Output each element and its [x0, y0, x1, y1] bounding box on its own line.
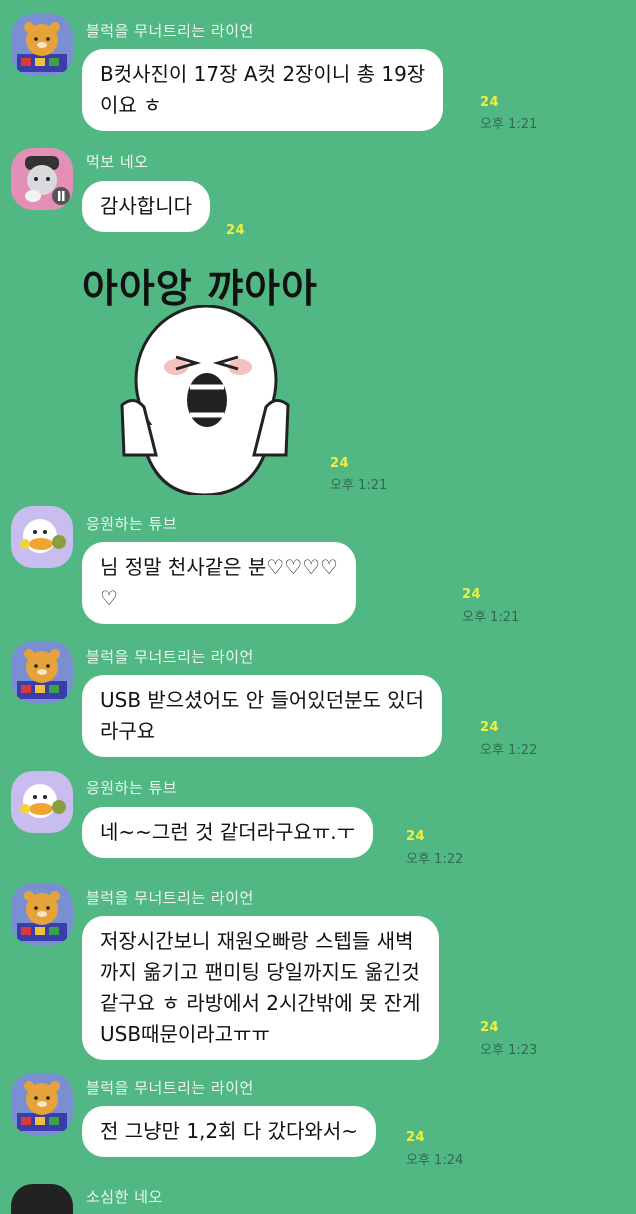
- screaming-face-sticker-icon[interactable]: [104, 305, 304, 495]
- sender-name: 먹보 네오: [86, 153, 149, 171]
- message-bubble[interactable]: 저장시간보니 재원오빠랑 스텝들 새벽 까지 옮기고 팬미팅 당일까지도 옮긴것…: [82, 916, 439, 1060]
- message-line: USB때문이라고ㅠㅠ: [100, 1022, 270, 1046]
- avatar[interactable]: [11, 1073, 73, 1135]
- message-line: 전 그냥만 1,2회 다 갔다와서~: [100, 1119, 358, 1143]
- sender-name: 블럭을 무너트리는 라이언: [86, 889, 254, 907]
- ryan-avatar-icon: [17, 649, 67, 699]
- unread-count: 24: [480, 95, 500, 110]
- message-line: ♡: [100, 586, 118, 610]
- sender-name: 블럭을 무너트리는 라이언: [86, 648, 254, 666]
- message-line: USB 받으셨어도 안 들어있던분도 있더: [100, 688, 425, 712]
- avatar[interactable]: [11, 506, 73, 568]
- message-bubble[interactable]: 감사합니다: [82, 181, 210, 232]
- neo-avatar-icon: [25, 156, 70, 205]
- ryan-avatar-icon: [17, 1081, 67, 1131]
- sender-name: 소심한 네오: [86, 1188, 163, 1206]
- message-bubble[interactable]: 님 정말 천사같은 분♡♡♡♡ ♡: [82, 542, 356, 624]
- unread-count: 24: [480, 720, 500, 735]
- message-line: 까지 옮기고 팬미팅 당일까지도 옮긴것: [100, 960, 420, 984]
- sender-name: 블럭을 무너트리는 라이언: [86, 1079, 254, 1097]
- message-time: 오후 1:24: [406, 1153, 464, 1168]
- avatar[interactable]: [11, 1184, 73, 1214]
- unread-count: 24: [480, 1020, 500, 1035]
- unread-count: 24: [406, 829, 426, 844]
- tube-avatar-icon: [20, 784, 66, 818]
- ryan-avatar-icon: [17, 891, 67, 941]
- message-time: 오후 1:23: [480, 1043, 538, 1058]
- message-time: 오후 1:21: [330, 478, 388, 493]
- message-line: 감사합니다: [100, 194, 192, 218]
- message-time: 오후 1:21: [462, 610, 520, 625]
- message-line: 같구요 ㅎ 라방에서 2시간밖에 못 잔게: [100, 991, 421, 1015]
- sender-name: 블럭을 무너트리는 라이언: [86, 22, 254, 40]
- unread-count: 24: [406, 1130, 426, 1145]
- tube-avatar-icon: [20, 519, 66, 553]
- message-bubble[interactable]: B컷사진이 17장 A컷 2장이니 총 19장 이요 ㅎ: [82, 49, 444, 131]
- message-line: 님 정말 천사같은 분♡♡♡♡: [100, 555, 338, 579]
- message-time: 오후 1:21: [480, 117, 538, 132]
- message-time: 오후 1:22: [480, 743, 538, 758]
- unread-count: 24: [226, 223, 246, 238]
- avatar[interactable]: [11, 148, 73, 210]
- sender-name: 응원하는 튜브: [86, 515, 178, 533]
- avatar[interactable]: [11, 14, 73, 76]
- message-line: 이요 ㅎ: [100, 93, 162, 117]
- unread-count: 24: [462, 587, 482, 602]
- ryan-avatar-icon: [17, 22, 67, 72]
- message-time: 오후 1:22: [406, 852, 464, 867]
- avatar[interactable]: [11, 883, 73, 945]
- avatar[interactable]: [11, 771, 73, 833]
- message-line: B컷사진이 17장 A컷 2장이니 총 19장: [100, 62, 426, 86]
- message-line: 라구요: [100, 719, 156, 743]
- sender-name: 응원하는 튜브: [86, 779, 178, 797]
- message-line: 저장시간보니 재원오빠랑 스텝들 새벽: [100, 929, 414, 953]
- message-line: 네~~그런 것 같더라구요ㅠ.ㅜ: [100, 820, 355, 844]
- unread-count: 24: [330, 456, 350, 471]
- avatar[interactable]: [11, 641, 73, 703]
- message-bubble[interactable]: USB 받으셨어도 안 들어있던분도 있더 라구요: [82, 675, 443, 757]
- message-bubble[interactable]: 네~~그런 것 같더라구요ㅠ.ㅜ: [82, 807, 373, 858]
- message-bubble[interactable]: 전 그냥만 1,2회 다 갔다와서~: [82, 1106, 376, 1157]
